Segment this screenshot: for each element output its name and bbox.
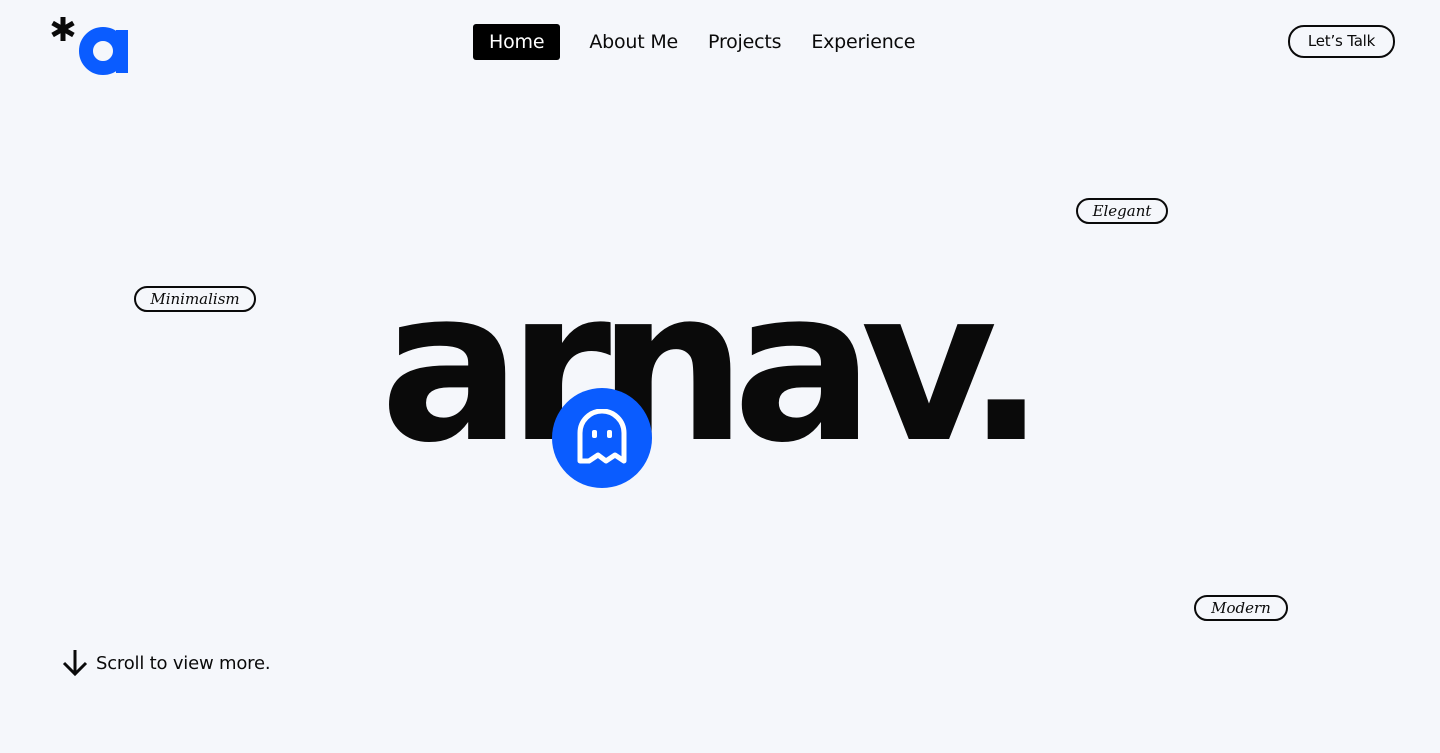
nav-projects[interactable]: Projects: [693, 24, 796, 60]
scroll-label: Scroll to view more.: [96, 652, 271, 674]
tag-modern: Modern: [1194, 595, 1288, 621]
lets-talk-button[interactable]: Let’s Talk: [1288, 25, 1395, 58]
arrow-down-icon: [62, 650, 88, 677]
logo-icon: [51, 17, 128, 75]
hero-title: arnav.: [380, 244, 1046, 489]
nav-experience[interactable]: Experience: [796, 24, 930, 60]
scroll-hint[interactable]: Scroll to view more.: [62, 648, 271, 678]
main-nav: Home About Me Projects Experience: [473, 24, 930, 60]
tag-minimalism: Minimalism: [134, 286, 256, 312]
logo[interactable]: [50, 16, 130, 76]
ghost-icon: [577, 409, 627, 464]
nav-about-me[interactable]: About Me: [574, 24, 693, 60]
ghost-badge[interactable]: [552, 388, 652, 488]
nav-home[interactable]: Home: [473, 24, 561, 60]
page: Home About Me Projects Experience Let’s …: [0, 0, 1440, 753]
tag-elegant: Elegant: [1076, 198, 1168, 224]
